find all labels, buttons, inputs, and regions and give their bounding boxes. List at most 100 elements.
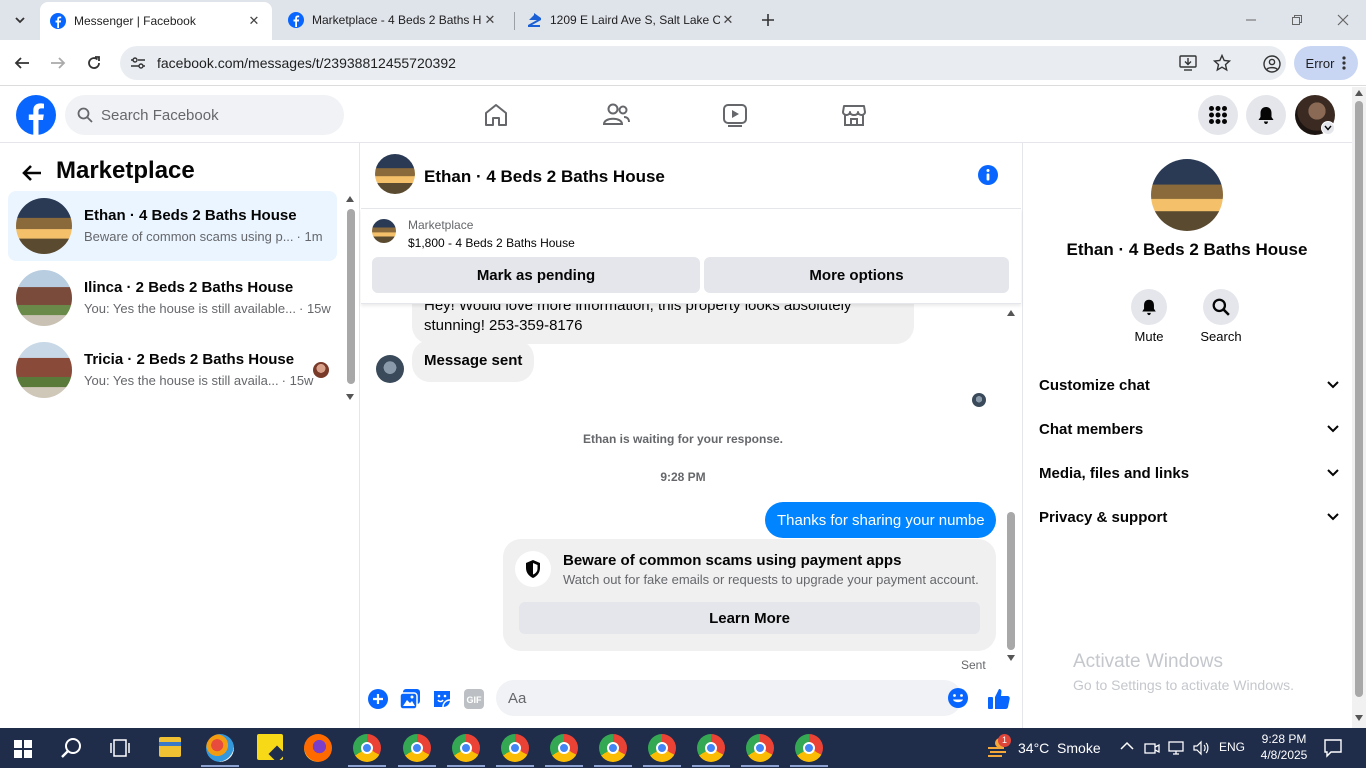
search-in-conversation-button[interactable] (1203, 289, 1239, 325)
bookmark-star-button[interactable] (1212, 53, 1232, 73)
conversation-item[interactable]: Tricia · 2 Beds 2 Baths House You: Yes t… (8, 335, 337, 405)
nav-marketplace[interactable] (828, 95, 880, 135)
gif-button[interactable]: GIF (463, 688, 485, 710)
tab-messenger[interactable]: Messenger | Facebook ✕ (40, 2, 272, 40)
new-tab-button[interactable] (756, 8, 780, 32)
menu-button[interactable] (1198, 95, 1238, 135)
url-text[interactable]: facebook.com/messages/t/2393881245572039… (157, 55, 456, 71)
taskbar-clock[interactable]: 9:28 PM 4/8/2025 (1254, 731, 1314, 763)
close-window-button[interactable] (1320, 0, 1366, 40)
nav-friends[interactable] (590, 95, 642, 135)
mark-as-pending-button[interactable]: Mark as pending (372, 257, 700, 293)
emoji-button[interactable] (947, 687, 969, 709)
listing-price-title[interactable]: $1,800 - 4 Beds 2 Baths House (408, 236, 575, 250)
section-customize-chat[interactable]: Customize chat (1039, 363, 1339, 407)
taskbar-search-button[interactable] (61, 737, 83, 759)
chrome-profile-icon[interactable] (648, 734, 676, 762)
facebook-logo[interactable] (16, 95, 56, 135)
more-options-button[interactable]: More options (704, 257, 1009, 293)
incoming-message-bubble[interactable]: Hey! Would love more information, this p… (412, 304, 914, 344)
conversation-info-button[interactable] (977, 164, 999, 186)
mute-button[interactable] (1131, 289, 1167, 325)
notifications-button[interactable] (1246, 95, 1286, 135)
chrome-profile-icon[interactable] (501, 734, 529, 762)
close-tab-icon[interactable]: ✕ (482, 12, 498, 28)
facebook-search-input[interactable]: Search Facebook (65, 95, 344, 135)
nav-home[interactable] (470, 95, 522, 135)
minimize-button[interactable] (1228, 0, 1274, 40)
chrome-profile-icon[interactable] (403, 734, 431, 762)
scroll-down-arrow[interactable] (1355, 715, 1363, 721)
nav-video[interactable] (709, 95, 761, 135)
file-explorer-icon[interactable] (159, 737, 181, 757)
sender-avatar[interactable] (376, 355, 404, 383)
volume-tray-icon[interactable] (1192, 740, 1210, 756)
start-button[interactable] (14, 740, 32, 758)
notification-center-button[interactable] (1323, 738, 1343, 758)
list-scrollbar-thumb[interactable] (347, 209, 355, 384)
chrome-profile-icon[interactable] (452, 734, 480, 762)
close-tab-icon[interactable]: ✕ (720, 12, 736, 28)
section-media-files-links[interactable]: Media, files and links (1039, 451, 1339, 495)
more-actions-button[interactable] (367, 688, 389, 710)
sticker-button[interactable] (431, 688, 453, 710)
scroll-up-arrow[interactable] (1007, 310, 1015, 316)
tab-zillow[interactable]: 1209 E Laird Ave S, Salt Lake Cit ✕ (516, 4, 746, 36)
show-hidden-icons-button[interactable] (1120, 741, 1134, 751)
tab-search-button[interactable] (8, 8, 32, 32)
learn-more-button[interactable]: Learn More (519, 602, 980, 634)
scroll-up-arrow[interactable] (1355, 90, 1363, 96)
snippet-time: · 1m (296, 229, 323, 244)
weather-text[interactable]: 34°C Smoke (1018, 740, 1101, 756)
chat-title[interactable]: Ethan · 4 Beds 2 Baths House (424, 167, 665, 187)
chrome-profile-icon[interactable] (795, 734, 823, 762)
details-avatar[interactable] (1151, 159, 1223, 231)
sticky-notes-icon[interactable] (257, 734, 286, 763)
message-input[interactable]: Aa (496, 680, 968, 716)
scroll-down-arrow[interactable] (346, 394, 354, 400)
search-action[interactable] (1203, 289, 1239, 325)
chrome-profile-icon[interactable] (353, 734, 381, 762)
section-privacy-support[interactable]: Privacy & support (1039, 495, 1339, 539)
section-chat-members[interactable]: Chat members (1039, 407, 1339, 451)
chrome-profile-icon[interactable] (697, 734, 725, 762)
section-label: Customize chat (1039, 376, 1150, 394)
install-app-button[interactable] (1178, 53, 1198, 73)
attach-photo-button[interactable] (399, 688, 421, 710)
restore-button[interactable] (1274, 0, 1320, 40)
send-like-button[interactable] (987, 687, 1011, 711)
mute-action[interactable] (1131, 289, 1167, 325)
site-info-button[interactable] (128, 53, 148, 73)
conversation-item[interactable]: Ethan · 4 Beds 2 Baths House Beware of c… (8, 191, 337, 261)
conversation-details-pane: Ethan · 4 Beds 2 Baths House Mute Search… (1022, 143, 1352, 728)
chrome-profile-icon[interactable] (746, 734, 774, 762)
conversation-item[interactable]: Ilinca · 2 Beds 2 Baths House You: Yes t… (8, 263, 337, 333)
network-tray-icon[interactable] (1168, 740, 1186, 756)
page-scrollbar[interactable] (1352, 87, 1366, 728)
scroll-down-arrow[interactable] (1007, 655, 1015, 661)
back-to-chats-button[interactable] (18, 159, 46, 187)
error-menu-button[interactable]: Error (1294, 46, 1358, 80)
page-scrollbar-thumb[interactable] (1355, 101, 1363, 697)
webcam-tray-icon[interactable] (1144, 740, 1160, 756)
chrome-profile-icon[interactable] (599, 734, 627, 762)
chat-avatar[interactable] (375, 154, 415, 194)
reload-button[interactable] (82, 51, 106, 75)
task-view-button[interactable] (110, 739, 130, 757)
chrome-profile-icon[interactable] (550, 734, 578, 762)
address-bar[interactable]: facebook.com/messages/t/2393881245572039… (120, 46, 1286, 80)
paint-app-icon[interactable] (206, 734, 234, 762)
message-text-line: Hey! Would love more information, this p… (424, 304, 852, 314)
message-sent-bubble[interactable]: Message sent (412, 340, 535, 382)
back-button[interactable] (10, 51, 34, 75)
input-language[interactable]: ENG (1219, 740, 1245, 754)
tab-marketplace[interactable]: Marketplace - 4 Beds 2 Baths H ✕ (278, 4, 508, 36)
close-tab-icon[interactable]: ✕ (246, 13, 262, 29)
profile-button[interactable] (1260, 52, 1284, 76)
thread-scrollbar-thumb[interactable] (1007, 512, 1015, 650)
outgoing-message-bubble[interactable]: Thanks for sharing your numbe (765, 502, 996, 538)
firefox-icon[interactable] (304, 734, 332, 762)
scroll-up-arrow[interactable] (346, 196, 354, 202)
account-dropdown[interactable] (1321, 121, 1335, 135)
forward-button[interactable] (46, 51, 70, 75)
